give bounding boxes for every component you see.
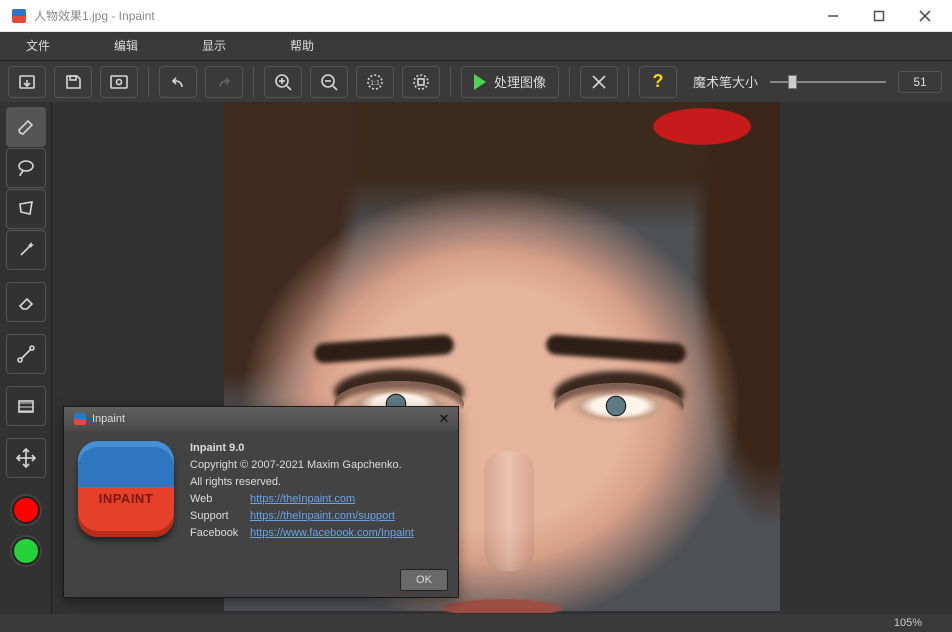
svg-text:1:1: 1:1 — [370, 80, 380, 87]
facebook-label: Facebook — [190, 526, 250, 541]
dialog-titlebar[interactable]: Inpaint ✕ — [64, 407, 458, 431]
line-tool[interactable] — [6, 334, 46, 374]
window-maximize-button[interactable] — [856, 0, 902, 32]
donor-tool[interactable] — [6, 386, 46, 426]
toolbar: 1:1 处理图像 ? 魔术笔大小 — [0, 60, 952, 102]
about-logo — [78, 441, 174, 537]
window-minimize-button[interactable] — [810, 0, 856, 32]
mask-color-red[interactable] — [6, 490, 46, 530]
support-link[interactable]: https://theInpaint.com/support — [250, 510, 395, 522]
red-dot-icon — [12, 496, 40, 524]
help-icon: ? — [653, 71, 664, 92]
dialog-app-icon — [74, 413, 86, 425]
menu-view[interactable]: 显示 — [184, 32, 244, 60]
menu-help[interactable]: 帮助 — [272, 32, 332, 60]
magic-wand-tool[interactable] — [6, 230, 46, 270]
decorative — [313, 334, 454, 364]
window-close-button[interactable] — [902, 0, 948, 32]
gallery-button[interactable] — [100, 66, 138, 98]
slider-thumb[interactable] — [788, 75, 797, 89]
decorative — [545, 334, 686, 364]
brush-size-slider[interactable] — [770, 81, 886, 83]
play-icon — [474, 74, 486, 90]
help-button[interactable]: ? — [639, 66, 677, 98]
brush-size-label: 魔术笔大小 — [693, 72, 758, 91]
zoom-level: 105% — [894, 617, 922, 629]
zoom-in-button[interactable] — [264, 66, 302, 98]
zoom-out-button[interactable] — [310, 66, 348, 98]
marker-tool[interactable] — [6, 107, 46, 147]
about-product: Inpaint 9.0 — [190, 442, 244, 454]
eraser-tool[interactable] — [6, 282, 46, 322]
dialog-title: Inpaint — [92, 413, 434, 425]
green-dot-icon — [12, 537, 40, 565]
about-text: Inpaint 9.0 Copyright © 2007-2021 Maxim … — [190, 441, 414, 543]
open-button[interactable] — [8, 66, 46, 98]
polygon-tool[interactable] — [6, 189, 46, 229]
support-label: Support — [190, 509, 250, 524]
about-rights: All rights reserved. — [190, 475, 414, 490]
window-title: 人物效果1.jpg - Inpaint — [34, 7, 810, 24]
cancel-button[interactable] — [580, 66, 618, 98]
mask-color-green[interactable] — [6, 531, 46, 571]
dialog-close-button[interactable]: ✕ — [434, 411, 454, 427]
move-tool[interactable] — [6, 438, 46, 478]
tool-sidebar — [0, 102, 52, 614]
decorative — [484, 451, 534, 571]
window-titlebar: 人物效果1.jpg - Inpaint — [0, 0, 952, 32]
lasso-tool[interactable] — [6, 148, 46, 188]
facebook-link[interactable]: https://www.facebook.com/Inpaint — [250, 527, 414, 539]
brush-size-input[interactable] — [898, 71, 942, 93]
menu-file[interactable]: 文件 — [8, 32, 68, 60]
save-button[interactable] — [54, 66, 92, 98]
undo-button[interactable] — [159, 66, 197, 98]
zoom-fit-button[interactable] — [402, 66, 440, 98]
process-button[interactable]: 处理图像 — [461, 66, 559, 98]
menubar: 文件 编辑 显示 帮助 — [0, 32, 952, 60]
status-bar: 105% — [0, 614, 952, 632]
menu-edit[interactable]: 编辑 — [96, 32, 156, 60]
app-icon — [12, 9, 26, 23]
web-link[interactable]: https://theInpaint.com — [250, 493, 355, 505]
web-label: Web — [190, 492, 250, 507]
redo-button[interactable] — [205, 66, 243, 98]
about-dialog: Inpaint ✕ Inpaint 9.0 Copyright © 2007-2… — [63, 406, 459, 598]
about-ok-button[interactable]: OK — [400, 569, 448, 591]
process-label: 处理图像 — [494, 72, 546, 91]
about-copyright: Copyright © 2007-2021 Maxim Gapchenko. — [190, 458, 414, 473]
zoom-actual-button[interactable]: 1:1 — [356, 66, 394, 98]
